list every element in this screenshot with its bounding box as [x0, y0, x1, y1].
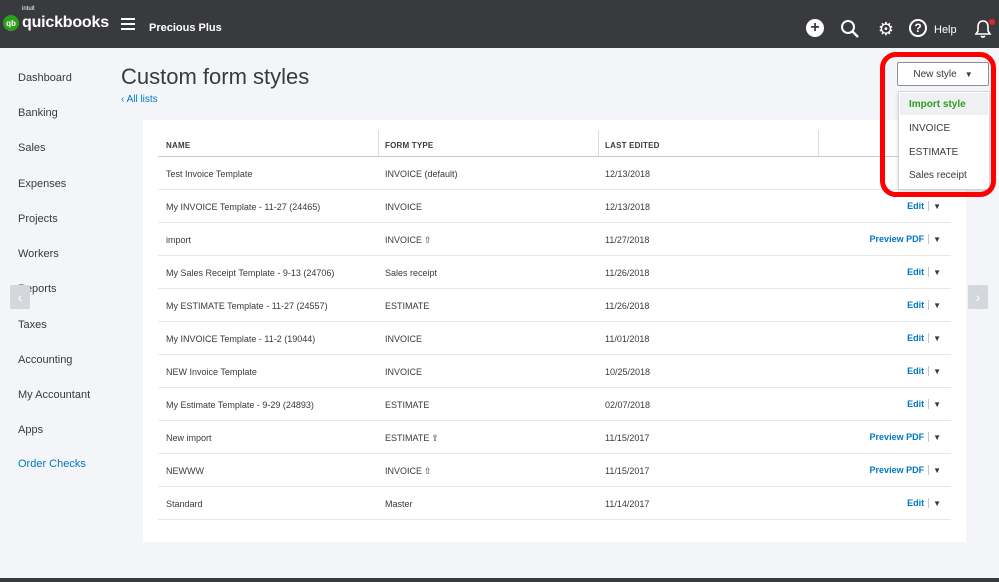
sidebar-item-expenses[interactable]: Expenses: [18, 178, 66, 190]
row-actions-caret-icon[interactable]: ▼: [933, 400, 941, 409]
column-header-last-edited[interactable]: LAST EDITED: [605, 141, 660, 150]
sidebar-item-order-checks[interactable]: Order Checks: [18, 458, 86, 470]
qb-logo-icon: qb: [3, 15, 19, 31]
column-header-form-type[interactable]: FORM TYPE: [385, 141, 433, 150]
row-actions-caret-icon[interactable]: ▼: [933, 433, 941, 442]
edit-link[interactable]: Edit: [907, 201, 924, 211]
table-row[interactable]: Standard Master 11/14/2017 Edit ▼: [158, 487, 951, 520]
edit-link[interactable]: Edit: [907, 300, 924, 310]
hamburger-icon: [121, 18, 135, 30]
row-actions-caret-icon[interactable]: ▼: [933, 301, 941, 310]
edit-link[interactable]: Edit: [907, 498, 924, 508]
table-row[interactable]: New import ESTIMATE ⇧ 11/15/2017 Preview …: [158, 421, 951, 454]
edit-link[interactable]: Edit: [907, 333, 924, 343]
plus-icon[interactable]: +: [806, 19, 824, 37]
sidebar-item-my-accountant[interactable]: My Accountant: [18, 389, 90, 401]
imported-icon: ⇧: [431, 433, 439, 443]
sidebar-item-taxes[interactable]: Taxes: [18, 319, 47, 331]
table-row[interactable]: My Sales Receipt Template - 9-13 (24706)…: [158, 256, 951, 289]
intuit-label: intuit: [22, 6, 35, 12]
sidebar-item-projects[interactable]: Projects: [18, 213, 58, 225]
imported-icon: ⇧: [424, 235, 432, 245]
preview-pdf-link[interactable]: Preview PDF: [870, 432, 925, 442]
table-row[interactable]: My INVOICE Template - 11-27 (24465) INVO…: [158, 190, 951, 223]
table-row[interactable]: My Estimate Template - 9-29 (24893) ESTI…: [158, 388, 951, 421]
imported-icon: ⇧: [424, 466, 432, 476]
sidebar-item-accounting[interactable]: Accounting: [18, 354, 72, 366]
column-header-name[interactable]: NAME: [166, 141, 190, 150]
table-row[interactable]: My ESTIMATE Template - 11-27 (24557) EST…: [158, 289, 951, 322]
brand-name: quickbooks: [22, 14, 109, 31]
notification-dot: [989, 19, 995, 25]
annotation-highlight: [880, 52, 996, 197]
search-icon[interactable]: [840, 19, 860, 39]
sidebar-item-apps[interactable]: Apps: [18, 424, 43, 436]
table-row[interactable]: Test Invoice Template INVOICE (default) …: [158, 157, 951, 190]
company-name: Precious Plus: [149, 22, 222, 34]
row-actions-caret-icon[interactable]: ▼: [933, 235, 941, 244]
bottom-bar: [0, 578, 999, 582]
row-actions-caret-icon[interactable]: ▼: [933, 499, 941, 508]
gear-icon[interactable]: ⚙: [876, 19, 896, 39]
sidebar-item-workers[interactable]: Workers: [18, 248, 59, 260]
edit-link[interactable]: Edit: [907, 399, 924, 409]
row-actions-caret-icon[interactable]: ▼: [933, 367, 941, 376]
table-row[interactable]: NEW Invoice Template INVOICE 10/25/2018 …: [158, 355, 951, 388]
help-icon[interactable]: ?: [909, 19, 927, 37]
page-title: Custom form styles: [121, 64, 310, 89]
table-row[interactable]: NEWWW INVOICE ⇧ 11/15/2017 Preview PDF ▼: [158, 454, 951, 487]
row-actions-caret-icon[interactable]: ▼: [933, 202, 941, 211]
help-label[interactable]: Help: [934, 24, 957, 36]
preview-pdf-link[interactable]: Preview PDF: [870, 234, 925, 244]
chevron-right-icon[interactable]: ›: [968, 285, 988, 309]
sidebar-item-sales[interactable]: Sales: [18, 142, 46, 154]
preview-pdf-link[interactable]: Preview PDF: [870, 465, 925, 475]
chevron-left-icon[interactable]: ‹: [10, 285, 30, 309]
sidebar-item-dashboard[interactable]: Dashboard: [18, 72, 72, 84]
row-actions-caret-icon[interactable]: ▼: [933, 334, 941, 343]
row-actions-caret-icon[interactable]: ▼: [933, 268, 941, 277]
sidebar-item-banking[interactable]: Banking: [18, 107, 58, 119]
row-actions-caret-icon[interactable]: ▼: [933, 466, 941, 475]
all-lists-link[interactable]: ‹ All lists: [121, 94, 158, 105]
table-row[interactable]: My INVOICE Template - 11-2 (19044) INVOI…: [158, 322, 951, 355]
left-navigation: [0, 48, 106, 582]
table-row[interactable]: import INVOICE ⇧ 11/27/2018 Preview PDF ▼: [158, 223, 951, 256]
edit-link[interactable]: Edit: [907, 366, 924, 376]
quickbooks-logo[interactable]: qb intuit quickbooks: [3, 6, 109, 32]
edit-link[interactable]: Edit: [907, 267, 924, 277]
